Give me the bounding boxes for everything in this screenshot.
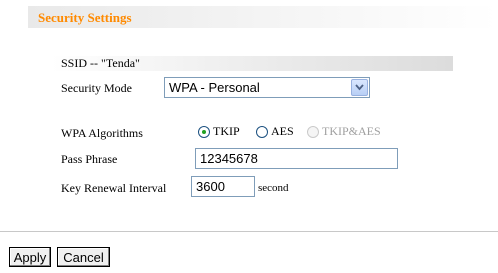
key-renewal-unit: second [258,182,289,194]
section-title: Security Settings [38,10,132,25]
radio-tkip-aes: TKIP&AES [307,124,381,139]
security-mode-select[interactable]: WPA - Personal [164,77,370,98]
radio-aes-label: AES [271,124,294,138]
radio-aes[interactable]: AES [256,124,294,139]
divider [0,231,498,232]
cancel-button[interactable]: Cancel [57,247,110,267]
radio-tkip-label: TKIP [213,124,240,138]
key-renewal-input[interactable]: 3600 [191,176,255,197]
radio-tkip-aes-label: TKIP&AES [322,124,381,138]
pass-phrase-input[interactable]: 12345678 [195,148,398,169]
pass-phrase-label: Pass Phrase [61,152,118,166]
radio-tkip-aes-circle [307,125,319,138]
ssid-label: SSID -- "Tenda" [61,56,140,70]
security-mode-value: WPA - Personal [169,80,260,95]
apply-button[interactable]: Apply [9,247,51,267]
radio-tkip[interactable]: TKIP [198,124,240,139]
key-renewal-label: Key Renewal Interval [61,181,167,195]
security-settings-panel: Security Settings SSID -- "Tenda" Securi… [0,0,498,273]
radio-aes-circle[interactable] [256,125,268,138]
ssid-bar: SSID -- "Tenda" [51,56,453,71]
chevron-down-icon[interactable] [351,79,368,96]
security-mode-label: Security Mode [61,81,132,95]
wpa-algorithms-label: WPA Algorithms [61,126,143,140]
section-header: Security Settings [28,6,498,28]
radio-tkip-circle[interactable] [198,125,210,138]
